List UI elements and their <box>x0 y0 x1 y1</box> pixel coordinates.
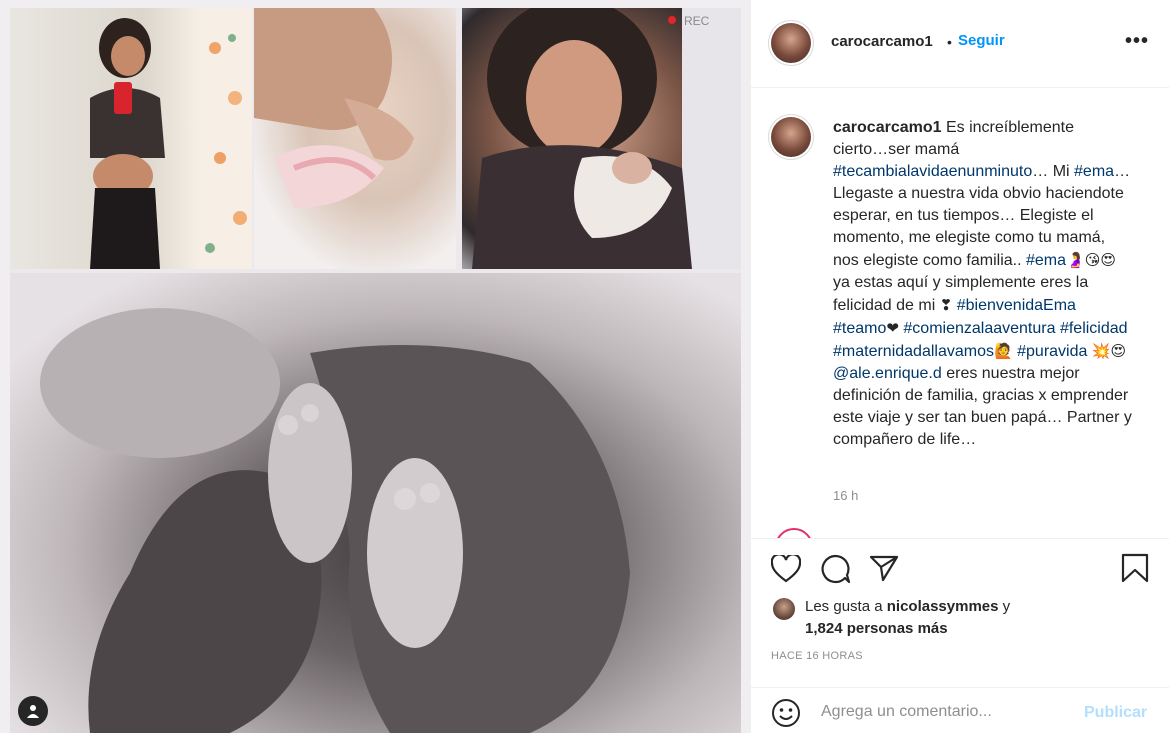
caption-emoji: 💥😍 <box>1091 342 1127 360</box>
follow-button[interactable]: Seguir <box>958 32 1005 49</box>
caption-emoji: ❤ <box>886 319 899 337</box>
comment-bar: Publicar <box>751 687 1169 734</box>
comment-input[interactable] <box>819 702 1073 722</box>
author-username[interactable]: carocarcamo1 <box>831 33 933 50</box>
heart-icon[interactable] <box>770 553 802 588</box>
caption-emoji: ❣ <box>939 296 953 314</box>
liker-username[interactable]: nicolassymmes <box>887 598 999 615</box>
hashtag-link[interactable]: #teamo <box>833 320 886 337</box>
more-options-icon[interactable]: ••• <box>1125 30 1149 53</box>
post-header: carocarcamo1 • Seguir ••• <box>751 0 1169 88</box>
hashtag-link[interactable]: #comienzalaaventura <box>903 320 1055 337</box>
user-tag-icon[interactable] <box>18 696 48 726</box>
collage-tile-pregnancy <box>10 8 252 269</box>
post-photo[interactable]: REC <box>0 0 750 733</box>
mention-link[interactable]: @ale.enrique.d <box>833 365 942 382</box>
emoji-icon[interactable] <box>771 698 801 733</box>
caption-emoji: 🙋 <box>993 342 1013 360</box>
hashtag-link[interactable]: #ema <box>1026 252 1066 269</box>
hashtag-link[interactable]: #ema <box>1074 163 1114 180</box>
bookmark-icon[interactable] <box>1121 553 1149 588</box>
comments-section[interactable]: carocarcamo1 Es increíblemente cierto…se… <box>751 88 1169 538</box>
share-icon[interactable] <box>869 554 899 587</box>
publish-button[interactable]: Publicar <box>1084 704 1147 722</box>
caption-time: 16 h <box>833 488 859 503</box>
caption-emoji: 🤰😘😍 <box>1066 251 1116 269</box>
likes-prefix: Les gusta a <box>805 598 887 615</box>
post-timestamp[interactable]: HACE 16 HORAS <box>771 650 863 662</box>
author-avatar[interactable] <box>771 23 811 63</box>
post-side-panel: carocarcamo1 • Seguir ••• carocarcamo1 E… <box>751 0 1169 733</box>
photo-collage: REC <box>10 8 741 733</box>
svg-text:REC: REC <box>684 14 710 28</box>
caption-segment: … Mi <box>1032 163 1075 180</box>
next-comment-avatar[interactable] <box>775 528 813 538</box>
action-bar <box>751 538 1169 599</box>
caption-text: carocarcamo1 Es increíblemente cierto…se… <box>833 117 1133 451</box>
comment-icon[interactable] <box>819 554 851 589</box>
hashtag-link[interactable]: #tecambialavidaenunminuto <box>833 163 1032 180</box>
caption-username[interactable]: carocarcamo1 <box>833 119 942 136</box>
hashtag-link[interactable]: #maternidadallavamos <box>833 343 994 360</box>
likes-suffix: y <box>998 598 1011 615</box>
collage-tile-newborn: REC <box>462 8 741 269</box>
collage-tile-hand <box>254 8 456 269</box>
collage-tile-baby-feet <box>10 273 741 733</box>
hashtag-link[interactable]: #puravida <box>1017 343 1087 360</box>
liker-avatar[interactable] <box>773 598 795 620</box>
hashtag-link[interactable]: #felicidad <box>1060 320 1128 337</box>
separator-dot: • <box>947 34 952 50</box>
caption-avatar[interactable] <box>771 117 811 157</box>
likes-count[interactable]: 1,824 personas más <box>805 618 948 640</box>
hashtag-link[interactable]: #bienvenidaEma <box>957 297 1076 314</box>
